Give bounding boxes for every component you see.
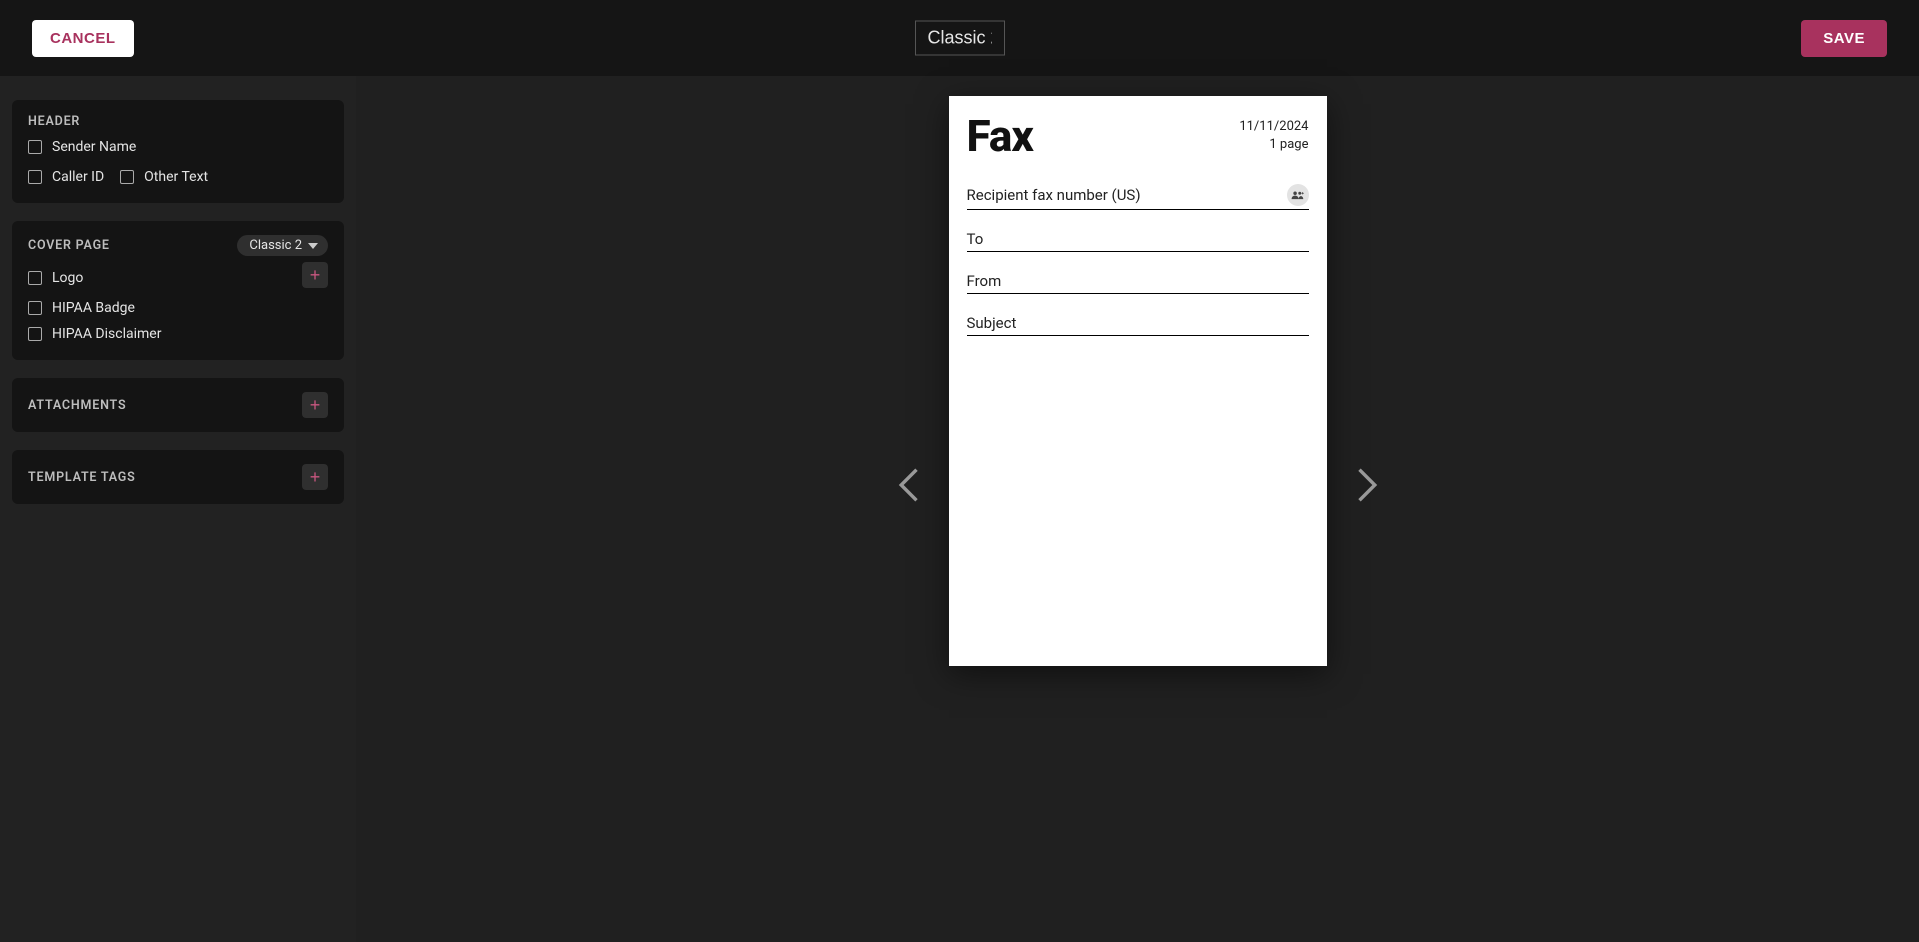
checkbox-icon — [28, 140, 42, 154]
checkbox-icon — [120, 170, 134, 184]
plus-icon: + — [310, 266, 321, 284]
checkbox-icon — [28, 271, 42, 285]
field-to[interactable]: To — [967, 230, 1309, 252]
add-contact-button[interactable] — [1287, 184, 1309, 206]
checkbox-label: Other Text — [144, 169, 208, 185]
checkbox-caller-id[interactable]: Caller ID — [28, 169, 104, 185]
field-label: To — [967, 230, 984, 248]
checkbox-label: Caller ID — [52, 169, 104, 185]
field-recipient-number[interactable]: Recipient fax number (US) — [967, 184, 1309, 210]
plus-icon: + — [310, 468, 321, 486]
plus-icon: + — [310, 396, 321, 414]
add-logo-button[interactable]: + — [302, 262, 328, 288]
fax-cover-preview: Fax 11/11/2024 1 page Recipient fax numb… — [949, 96, 1327, 666]
checkbox-sender-name[interactable]: Sender Name — [28, 139, 328, 155]
checkbox-hipaa-badge[interactable]: HIPAA Badge — [28, 300, 328, 316]
panel-template-tags: TEMPLATE TAGS + — [12, 450, 344, 504]
sidebar: HEADER Sender Name Caller ID Other Text — [0, 76, 356, 942]
field-from[interactable]: From — [967, 272, 1309, 294]
checkbox-icon — [28, 170, 42, 184]
prev-page-button[interactable] — [888, 465, 928, 505]
checkbox-label: HIPAA Badge — [52, 300, 135, 316]
panel-header: HEADER Sender Name Caller ID Other Text — [12, 100, 344, 203]
preview-area: Fax 11/11/2024 1 page Recipient fax numb… — [356, 76, 1919, 942]
add-template-tag-button[interactable]: + — [302, 464, 328, 490]
cancel-button[interactable]: CANCEL — [32, 20, 134, 57]
main: HEADER Sender Name Caller ID Other Text — [0, 76, 1919, 942]
panel-cover-page: COVER PAGE Classic 2 Logo + — [12, 221, 344, 360]
checkbox-icon — [28, 327, 42, 341]
panel-header-title: HEADER — [28, 114, 328, 129]
checkbox-hipaa-disclaimer[interactable]: HIPAA Disclaimer — [28, 326, 328, 342]
checkbox-label: Sender Name — [52, 139, 136, 155]
checkbox-other-text[interactable]: Other Text — [120, 169, 208, 185]
field-subject[interactable]: Subject — [967, 314, 1309, 336]
checkbox-icon — [28, 301, 42, 315]
top-bar: CANCEL SAVE — [0, 0, 1919, 76]
field-label: Subject — [967, 314, 1017, 332]
add-attachment-button[interactable]: + — [302, 392, 328, 418]
fax-title: Fax — [967, 114, 1033, 158]
dropdown-selected-label: Classic 2 — [249, 238, 302, 253]
checkbox-label: HIPAA Disclaimer — [52, 326, 161, 342]
chevron-down-icon — [308, 241, 318, 251]
save-button[interactable]: SAVE — [1801, 20, 1887, 57]
next-page-button[interactable] — [1348, 465, 1388, 505]
panel-attachments: ATTACHMENTS + — [12, 378, 344, 432]
field-label: From — [967, 272, 1002, 290]
title-wrap — [915, 21, 1005, 56]
checkbox-logo[interactable]: Logo — [28, 270, 83, 286]
fax-page-count: 1 page — [1239, 136, 1308, 154]
fax-date: 11/11/2024 — [1239, 118, 1308, 136]
panel-template-tags-title: TEMPLATE TAGS — [28, 470, 136, 485]
checkbox-label: Logo — [52, 270, 83, 286]
cover-template-dropdown[interactable]: Classic 2 — [237, 235, 328, 256]
chevron-left-icon — [897, 468, 919, 502]
template-title-input[interactable] — [915, 21, 1005, 56]
people-icon — [1291, 189, 1305, 201]
chevron-right-icon — [1357, 468, 1379, 502]
panel-attachments-title: ATTACHMENTS — [28, 398, 126, 413]
field-label: Recipient fax number (US) — [967, 186, 1141, 204]
panel-cover-title: COVER PAGE — [28, 238, 110, 253]
